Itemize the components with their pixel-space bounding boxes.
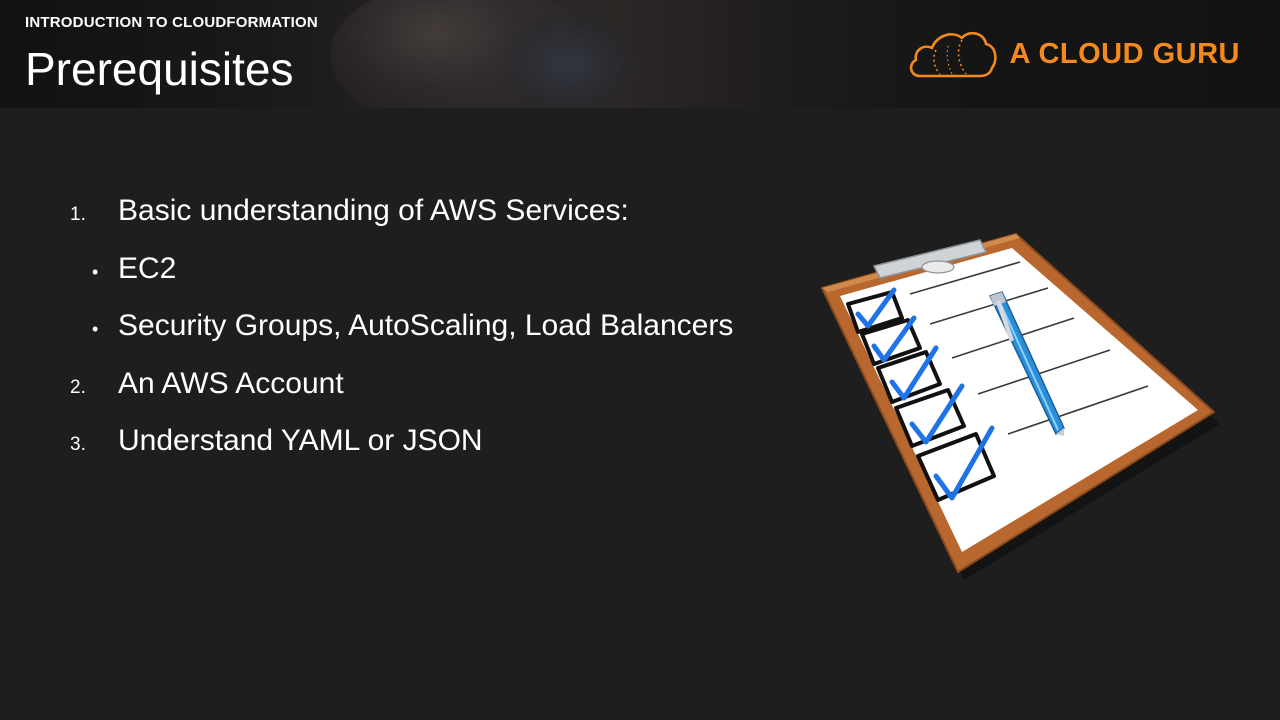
header-background-photo-accent: [500, 10, 640, 108]
bullet-marker: •: [92, 319, 99, 339]
list-item-text: EC2: [118, 251, 177, 285]
list-item: • EC2: [70, 252, 733, 310]
list-item: 3. Understand YAML or JSON: [70, 424, 733, 482]
list-item-text: An AWS Account: [118, 366, 344, 400]
course-title: INTRODUCTION TO CLOUDFORMATION: [25, 14, 318, 31]
cloud-logo-icon: [909, 31, 997, 78]
list-number: 3.: [70, 434, 86, 455]
slide: INTRODUCTION TO CLOUDFORMATION Prerequis…: [0, 0, 1280, 720]
slide-header: INTRODUCTION TO CLOUDFORMATION Prerequis…: [0, 0, 1280, 108]
list-item: 2. An AWS Account: [70, 367, 733, 425]
list-number: 2.: [70, 376, 86, 398]
list-number: 1.: [70, 204, 86, 225]
slide-title: Prerequisites: [25, 43, 294, 95]
list-item-text: Basic understanding of AWS Services:: [118, 194, 629, 227]
list-item-text: Security Groups, AutoScaling, Load Balan…: [118, 309, 734, 342]
clipboard-checklist-icon: [821, 233, 1220, 580]
list-item: • Security Groups, AutoScaling, Load Bal…: [70, 309, 733, 367]
brand: A CLOUD GURU: [906, 26, 1240, 82]
list-item: 1. Basic understanding of AWS Services:: [70, 194, 733, 252]
list-item-text: Understand YAML or JSON: [118, 424, 483, 457]
prerequisites-list: 1. Basic understanding of AWS Services: …: [70, 194, 733, 482]
bullet-marker: •: [92, 261, 99, 282]
brand-name: A CLOUD GURU: [1009, 37, 1240, 70]
